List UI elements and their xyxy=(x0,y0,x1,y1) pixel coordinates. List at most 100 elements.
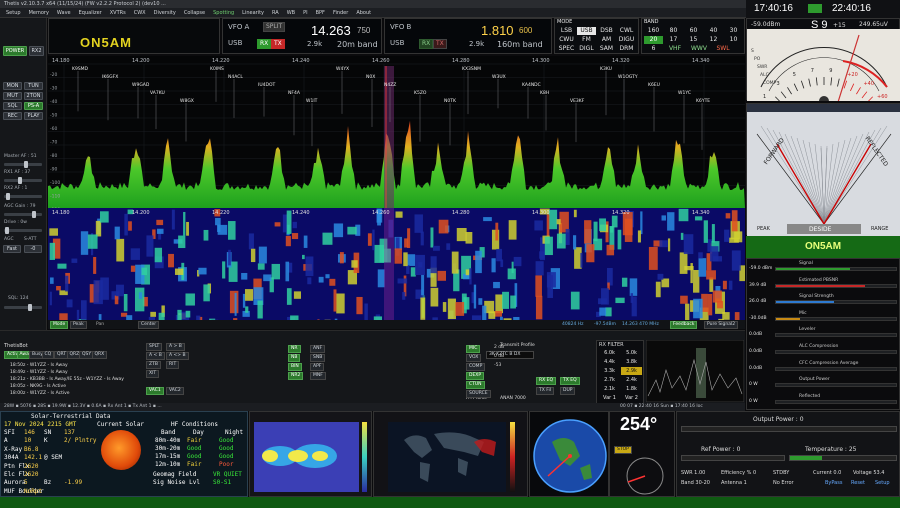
mode-option[interactable]: DRM xyxy=(617,45,636,53)
menu-item[interactable]: BPF xyxy=(312,8,329,18)
peak-button[interactable]: Peak xyxy=(70,321,87,329)
mode-option[interactable]: SPEC xyxy=(557,45,576,53)
split-button[interactable]: SPLIT xyxy=(263,22,286,32)
menu-item[interactable]: PI xyxy=(299,8,312,18)
band-option[interactable]: VHF xyxy=(664,45,686,53)
sql-slider[interactable] xyxy=(4,304,42,311)
agc-select[interactable]: Fast xyxy=(3,245,21,253)
thetisbot-macro-button[interactable]: CQ xyxy=(41,351,55,359)
band-option[interactable]: 60 xyxy=(684,27,703,35)
amp-setup-button[interactable]: Setup xyxy=(875,480,890,486)
dsp-button[interactable]: SNB xyxy=(310,354,326,362)
mode-option[interactable]: USB xyxy=(577,27,596,35)
vfo-b-tx[interactable]: TX xyxy=(433,39,447,49)
amp-bypass-button[interactable]: ByPass xyxy=(825,480,842,486)
band-option[interactable]: 12 xyxy=(704,36,723,44)
rx-filter-option[interactable]: 2.9k xyxy=(621,367,642,375)
dx-spot-label[interactable]: N4ZZ xyxy=(384,82,396,88)
rx-filter-option[interactable]: 6.0k xyxy=(599,349,620,357)
dsp-button[interactable]: BIN xyxy=(288,363,302,371)
dx-spot-label[interactable]: W1YC xyxy=(678,90,691,96)
mic-control-button[interactable]: MIC xyxy=(466,345,481,353)
dx-spot-label[interactable]: W9GAD xyxy=(132,82,150,88)
vfo-b-rx[interactable]: RX xyxy=(419,39,434,49)
waterfall[interactable]: 14.180 14.200 14.220 14.240 14.260 14.280 14.3… xyxy=(48,208,749,341)
band-option[interactable]: 15 xyxy=(684,36,703,44)
mode-option[interactable]: DSB xyxy=(597,27,616,35)
left-button[interactable]: TUN xyxy=(24,82,43,90)
split-control-button[interactable]: SPLT xyxy=(146,343,163,351)
rx-filter-option[interactable]: 2.7k xyxy=(599,376,620,384)
menu-item[interactable]: RA xyxy=(268,8,283,18)
display-mode-button[interactable]: Mode xyxy=(50,321,69,329)
panadapter[interactable]: 14.180 14.200 14.220 14.240 14.260 14.280 14.3… xyxy=(48,56,745,213)
split-control-button[interactable]: XIT xyxy=(146,370,160,378)
menu-item[interactable]: XVTRs xyxy=(106,8,130,18)
mode-option[interactable]: SAM xyxy=(597,45,616,53)
vfo-b-panel[interactable]: VFO B 1.810 600 USB RX TX 2.9k 160m band xyxy=(384,18,552,54)
rotor-stop-button[interactable]: STOP xyxy=(614,446,632,454)
vfo-a-rx[interactable]: RX xyxy=(257,39,272,49)
menu-item[interactable]: About xyxy=(352,8,375,18)
menu-item[interactable]: WB xyxy=(283,8,299,18)
rx-filter-option[interactable]: 2.1k xyxy=(599,385,620,393)
dsp-button[interactable]: MNF xyxy=(310,372,326,380)
menu-item[interactable]: Finder xyxy=(329,8,352,18)
mode-option[interactable]: DIGU xyxy=(617,36,636,44)
center-button[interactable]: Center xyxy=(138,321,160,329)
dx-spot-label[interactable]: N4ACL xyxy=(228,74,243,80)
left-button[interactable]: PLAY xyxy=(24,112,43,120)
vfo-a-tx[interactable]: TX xyxy=(271,39,285,49)
feedback-button[interactable]: Feedback xyxy=(670,321,698,329)
mic-control-button[interactable]: COMP xyxy=(466,363,486,371)
vfo-a-freq[interactable]: 14.263 xyxy=(311,23,351,38)
menu-item[interactable]: Memory xyxy=(25,8,53,18)
eq-button[interactable]: TX EQ xyxy=(560,377,580,385)
eq-button[interactable]: TX Fil xyxy=(536,387,555,395)
dx-spot-label[interactable]: W1OGTY xyxy=(618,74,638,80)
rx-filter-option[interactable]: Var 2 xyxy=(621,394,642,402)
vfo-b-freq[interactable]: 1.810 xyxy=(481,23,514,38)
dx-spot-label[interactable]: K0IMS xyxy=(210,66,224,72)
pure-signal-button[interactable]: Pure Signal2 xyxy=(704,321,739,329)
dsp-button[interactable]: NR xyxy=(288,345,301,353)
agc-gain-slider[interactable] xyxy=(4,211,42,218)
menu-item[interactable]: Collapse xyxy=(180,8,209,18)
menu-item[interactable]: Wave xyxy=(53,8,75,18)
mode-option[interactable]: AM xyxy=(597,36,616,44)
band-option[interactable]: 80 xyxy=(664,27,683,35)
dx-spot-label[interactable]: IU4DOT xyxy=(258,82,275,88)
dx-spot-label[interactable]: K8H xyxy=(540,90,549,96)
mic-control-button[interactable]: VOX xyxy=(466,354,482,362)
rx-filter-option[interactable]: 5.0k xyxy=(621,349,642,357)
menu-item[interactable]: Spotting xyxy=(209,8,238,18)
eq-button[interactable]: DUP xyxy=(560,387,576,395)
dsp-button[interactable]: APF xyxy=(310,363,325,371)
dx-spot-label[interactable]: W8GX xyxy=(180,98,194,104)
left-button[interactable]: SQL xyxy=(3,102,22,110)
vfo-a-panel[interactable]: VFO A SPLIT 14.263 750 USB RX TX 2.9k 20… xyxy=(222,18,382,54)
mode-option[interactable]: CWL xyxy=(617,27,636,35)
band-option[interactable]: 10 xyxy=(724,36,743,44)
mic-control-button[interactable]: CTUN xyxy=(466,381,485,389)
rx-filter-option[interactable]: 3.3k xyxy=(599,367,620,375)
amp-reset-button[interactable]: Reset xyxy=(851,480,865,486)
rx-filter-option[interactable]: Var 1 xyxy=(599,394,620,402)
band-option[interactable]: WWV xyxy=(688,45,710,53)
att-select[interactable]: -0 xyxy=(24,245,42,253)
dx-spot-label[interactable]: W3UX xyxy=(492,74,506,80)
dx-spot-label[interactable]: VE3KF xyxy=(570,98,585,104)
eq-button[interactable]: RX EQ xyxy=(536,377,557,385)
rx2-button[interactable]: RX2 xyxy=(29,46,44,56)
left-button[interactable]: MUT xyxy=(3,92,22,100)
mode-option[interactable]: DIGL xyxy=(577,45,596,53)
power-button[interactable]: POWER xyxy=(3,46,27,56)
dx-spot-label[interactable]: N0TK xyxy=(444,98,457,104)
menu-item[interactable]: Setup xyxy=(2,8,25,18)
dsp-button[interactable]: NR2 xyxy=(288,372,304,380)
mode-option[interactable]: LSB xyxy=(557,27,576,35)
dsp-button[interactable]: ANF xyxy=(310,345,326,353)
band-option[interactable]: 30 xyxy=(724,27,743,35)
left-button[interactable]: MON xyxy=(3,82,22,90)
dx-spot-label[interactable]: K5ZO xyxy=(414,90,427,96)
